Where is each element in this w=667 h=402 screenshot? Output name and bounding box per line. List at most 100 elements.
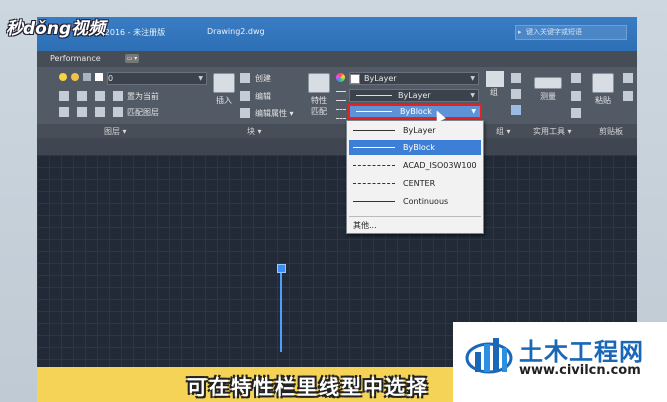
ribbon-tabs: Performance ▭ ▾: [37, 51, 637, 67]
menu-item-center[interactable]: CENTER: [349, 176, 481, 191]
line-preview: [356, 111, 392, 112]
group-select-icon[interactable]: [511, 105, 521, 115]
block-panel-label[interactable]: 块 ▾: [247, 126, 262, 137]
layer-tool-icon[interactable]: [95, 107, 105, 117]
cut-icon[interactable]: [623, 73, 633, 83]
lineweight-dropdown[interactable]: ByLayer ▼: [349, 89, 479, 102]
line-preview: [353, 201, 395, 202]
file-name: Drawing2.dwg: [207, 27, 265, 36]
lightbulb-icon[interactable]: [59, 73, 67, 81]
menu-item-acad-iso03w100[interactable]: ACAD_ISO03W100: [349, 158, 481, 173]
line-preview: [353, 147, 395, 148]
edit-block-button[interactable]: 编辑: [255, 91, 271, 102]
paste-button[interactable]: 粘贴: [591, 73, 615, 106]
menu-item-bylayer[interactable]: ByLayer: [349, 123, 481, 138]
chevron-down-icon: ▼: [471, 108, 476, 115]
lineweight-icon[interactable]: [336, 91, 346, 101]
lock-icon[interactable]: [83, 73, 91, 81]
clipboard-icon: [592, 73, 614, 93]
layer-tool-icon[interactable]: [95, 91, 105, 101]
menu-item-label: ByBlock: [403, 143, 435, 152]
match-properties-label-1: 特性: [311, 96, 327, 105]
edit-block-icon[interactable]: [240, 91, 250, 101]
menu-item-label: CENTER: [403, 179, 436, 188]
site-watermark: 土木工程网 www.civilcn.com: [453, 322, 667, 402]
file-tab-bar: [37, 138, 637, 155]
search-input[interactable]: 键入关键字或短语: [515, 25, 627, 40]
menu-item-byblock[interactable]: ByBlock: [349, 140, 481, 155]
color-dropdown[interactable]: ByLayer ▼: [349, 72, 479, 85]
layer-tool-icon[interactable]: [77, 107, 87, 117]
chevron-down-icon: ▼: [470, 75, 475, 82]
line-preview: [356, 95, 392, 96]
color-swatch-icon[interactable]: [95, 73, 103, 81]
color-value: ByLayer: [364, 74, 397, 83]
watermark-name: 土木工程网: [519, 338, 644, 366]
subtitle-text: 可在特性栏里线型中选择: [187, 375, 429, 399]
match-properties-label-2: 匹配: [311, 107, 327, 116]
layer-value: 0: [108, 74, 114, 83]
match-layer-button[interactable]: 匹配图层: [127, 107, 159, 118]
paste-label: 粘贴: [595, 96, 611, 105]
tab-overflow-button[interactable]: ▭ ▾: [125, 54, 139, 63]
copy-icon[interactable]: [623, 91, 633, 101]
insert-icon: [213, 73, 235, 93]
lineweight-value: ByLayer: [398, 91, 431, 100]
group-edit-icon[interactable]: [511, 89, 521, 99]
linetype-value: ByBlock: [400, 107, 432, 116]
tab-performance[interactable]: Performance: [50, 54, 101, 63]
utility-icon[interactable]: [571, 108, 581, 118]
measure-label: 测量: [540, 92, 556, 101]
linetype-menu: ByLayer ByBlock ACAD_ISO03W100 CENTER Co…: [346, 120, 484, 234]
line-preview: [353, 183, 395, 184]
match-properties-icon: [308, 73, 330, 93]
measure-button[interactable]: 测量: [531, 73, 565, 102]
clipboard-panel-label[interactable]: 剪贴板: [599, 126, 623, 137]
menu-item-continuous[interactable]: Continuous: [349, 194, 481, 209]
line-grip-handle[interactable]: [277, 264, 286, 273]
line-preview: [353, 165, 395, 166]
menu-item-label: ByLayer: [403, 126, 436, 135]
ruler-icon: [534, 77, 562, 89]
chevron-down-icon: ▼: [198, 75, 203, 82]
color-wheel-icon[interactable]: [336, 73, 345, 82]
edit-attributes-icon[interactable]: [240, 108, 250, 118]
layers-panel-label[interactable]: 图层 ▾: [104, 126, 127, 137]
group-icon[interactable]: [486, 71, 504, 87]
menu-item-other[interactable]: 其他...: [353, 220, 377, 231]
sun-icon[interactable]: [71, 73, 79, 81]
menu-item-label: Continuous: [403, 197, 449, 206]
channel-logo: 秒dǒng视频: [6, 19, 106, 39]
layer-tool-icon[interactable]: [59, 91, 69, 101]
linetype-icon[interactable]: [336, 109, 346, 119]
insert-button[interactable]: 插入: [212, 73, 236, 106]
utilities-panel-label[interactable]: 实用工具 ▾: [533, 126, 572, 137]
watermark-logo-icon: [465, 338, 513, 374]
group-button[interactable]: 组: [490, 87, 498, 98]
ribbon-footer: 图层 ▾ 块 ▾ 组 ▾ 实用工具 ▾ 剪贴板: [37, 124, 637, 138]
title-bar: CAD 2016 - 未注册版 Drawing2.dwg 键入关键字或短语: [37, 17, 637, 51]
ungroup-icon[interactable]: [511, 73, 521, 83]
chevron-down-icon: ▼: [470, 92, 475, 99]
layer-dropdown[interactable]: 0 ▼: [107, 72, 207, 85]
insert-label: 插入: [216, 96, 232, 105]
set-current-button[interactable]: 置为当前: [127, 91, 159, 102]
groups-panel-label[interactable]: 组 ▾: [496, 126, 511, 137]
create-block-icon[interactable]: [240, 73, 250, 83]
match-layer-icon[interactable]: [113, 107, 123, 117]
watermark-url: www.civilcn.com: [519, 363, 641, 378]
layer-tool-icon[interactable]: [77, 91, 87, 101]
layer-tool-icon[interactable]: [59, 107, 69, 117]
color-swatch-icon: [350, 73, 360, 84]
line-preview: [353, 130, 395, 131]
utility-icon[interactable]: [571, 73, 581, 83]
linetype-dropdown[interactable]: ByBlock ▼: [348, 104, 482, 119]
menu-divider: [349, 216, 481, 217]
utility-icon[interactable]: [571, 91, 581, 101]
match-properties-button[interactable]: 特性 匹配: [308, 73, 330, 117]
drawn-line[interactable]: [280, 268, 282, 352]
set-current-icon[interactable]: [113, 91, 123, 101]
create-block-button[interactable]: 创建: [255, 73, 271, 84]
menu-item-label: ACAD_ISO03W100: [403, 161, 477, 170]
edit-attributes-button[interactable]: 编辑属性 ▾: [255, 108, 294, 119]
